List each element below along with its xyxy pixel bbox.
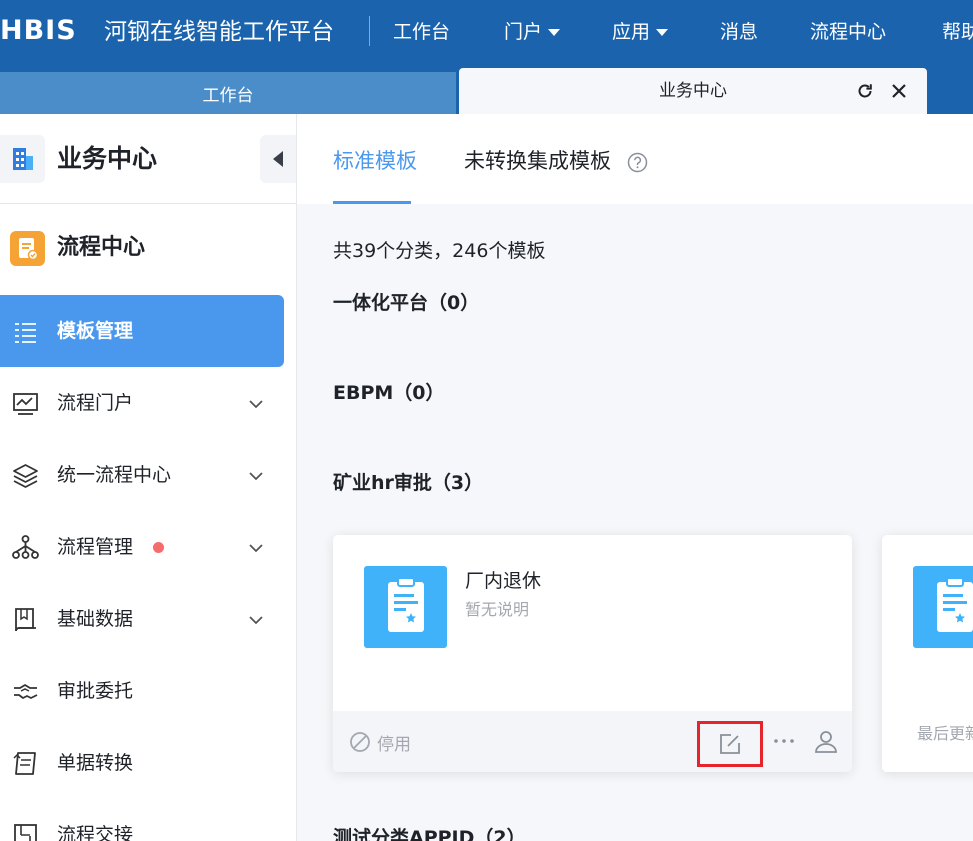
template-tabs: 标准模板 未转换集成模板 <box>297 114 973 204</box>
sidebar-item-approval-delegation[interactable]: 审批委托 <box>0 655 284 727</box>
sidebar-collapse-button[interactable] <box>260 135 296 183</box>
sidebar-item-label: 流程交接 <box>57 824 134 841</box>
handshake-icon <box>14 684 38 699</box>
sidebar-title: 业务中心 <box>57 144 158 173</box>
top-nav-label: 工作台 <box>393 21 451 43</box>
last-update-label: 最后更新 <box>917 724 973 743</box>
handover-icon <box>14 824 37 841</box>
tab-business-center[interactable]: 业务中心 <box>459 68 927 114</box>
sidebar-item-label: 审批委托 <box>57 680 134 702</box>
book-icon <box>15 608 36 632</box>
building-icon <box>0 135 45 183</box>
monitor-chart-icon <box>13 393 38 415</box>
disable-label: 停用 <box>377 734 411 755</box>
sidebar-section: 流程中心 <box>0 227 296 273</box>
sidebar-item-process-portal[interactable]: 流程门户 <box>0 367 284 439</box>
category-title: EBPM（0） <box>333 382 445 404</box>
convert-doc-icon <box>13 752 36 775</box>
edit-button[interactable] <box>697 721 763 767</box>
top-nav-portal[interactable]: 门户 <box>504 16 612 48</box>
chevron-down-icon <box>249 544 263 553</box>
sidebar-item-label: 模板管理 <box>57 320 134 342</box>
template-description: 暂无说明 <box>465 600 530 619</box>
template-card[interactable]: 厂内退休 暂无说明 停用 <box>333 535 852 772</box>
card-footer: 停用 <box>333 711 852 772</box>
tab-unconverted-templates[interactable]: 未转换集成模板 <box>464 143 611 179</box>
top-nav-help[interactable]: 帮助 <box>942 16 973 48</box>
tab-standard-templates[interactable]: 标准模板 <box>333 143 417 179</box>
disable-icon <box>350 732 370 752</box>
active-tab-indicator <box>333 201 411 204</box>
chevron-down-icon <box>249 400 263 409</box>
edit-icon <box>720 734 740 754</box>
caret-down-icon <box>656 28 669 36</box>
flow-tree-icon <box>12 535 39 559</box>
top-nav: 工作台 门户 应用 消息 流程中心 帮助 <box>393 16 973 48</box>
top-nav-label: 门户 <box>504 21 543 43</box>
list-icon <box>15 323 36 343</box>
top-nav-label: 流程中心 <box>810 21 887 43</box>
top-separator <box>369 16 370 46</box>
top-nav-apps[interactable]: 应用 <box>612 16 720 48</box>
sidebar-item-template-management[interactable]: 模板管理 <box>0 295 284 367</box>
main-content: 标准模板 未转换集成模板 共39个分类，246个模板 一体化平台（0） EBPM… <box>297 114 973 841</box>
clipboard-icon <box>364 566 447 648</box>
sidebar-item-label: 统一流程中心 <box>57 464 172 486</box>
layers-icon <box>13 464 38 488</box>
template-card[interactable]: 最后更新 <box>882 535 973 772</box>
top-nav-process-center[interactable]: 流程中心 <box>810 16 942 48</box>
top-nav-workbench[interactable]: 工作台 <box>393 16 504 48</box>
top-nav-label: 帮助 <box>942 21 973 43</box>
tab-strip: 工作台 业务中心 <box>0 66 973 114</box>
caret-down-icon <box>548 28 561 36</box>
card-footer: 最后更新 <box>882 711 973 772</box>
sidebar-item-label: 基础数据 <box>57 608 134 630</box>
template-summary: 共39个分类，246个模板 <box>333 240 546 262</box>
chevron-down-icon <box>249 616 263 625</box>
app-title: 河钢在线智能工作平台 <box>104 19 334 45</box>
top-nav-label: 应用 <box>612 21 651 43</box>
notification-dot <box>153 542 164 553</box>
more-icon[interactable] <box>771 728 797 754</box>
tab-workbench[interactable]: 工作台 <box>0 72 456 114</box>
sidebar-item-document-conversion[interactable]: 单据转换 <box>0 727 284 799</box>
help-icon[interactable] <box>627 152 648 173</box>
sidebar-section-title: 流程中心 <box>57 235 146 260</box>
top-bar: HBIS 河钢在线智能工作平台 工作台 门户 应用 消息 流程中心 帮助 <box>0 0 973 66</box>
category-title: 一体化平台（0） <box>333 292 480 314</box>
refresh-icon[interactable] <box>855 81 875 101</box>
template-name: 厂内退休 <box>465 570 542 592</box>
hbis-logo[interactable]: HBIS <box>0 14 77 48</box>
sidebar-item-unified-process-center[interactable]: 统一流程中心 <box>0 439 284 511</box>
category-title: 矿业hr审批（3） <box>333 472 484 494</box>
sidebar-item-process-management[interactable]: 流程管理 <box>0 511 284 583</box>
sidebar-item-label: 流程管理 <box>57 536 134 558</box>
category-title: 测试分类APPID（2） <box>333 827 526 841</box>
process-doc-icon <box>10 231 45 266</box>
top-nav-label: 消息 <box>720 21 759 43</box>
disable-button[interactable]: 停用 <box>349 728 411 756</box>
sidebar-item-label: 流程门户 <box>57 392 134 414</box>
close-icon[interactable] <box>889 81 909 101</box>
sidebar: 业务中心 流程中心 模板管理 流程门户 统一流程中心 流程管理 基础数据 审批委… <box>0 114 297 841</box>
sidebar-item-label: 单据转换 <box>57 752 134 774</box>
user-icon[interactable] <box>813 728 839 754</box>
chevron-down-icon <box>249 472 263 481</box>
collapse-arrow-icon <box>273 151 283 167</box>
sidebar-item-process-handover[interactable]: 流程交接 <box>0 799 284 841</box>
clipboard-icon <box>913 566 973 648</box>
sidebar-item-basic-data[interactable]: 基础数据 <box>0 583 284 655</box>
top-nav-messages[interactable]: 消息 <box>720 16 810 48</box>
sidebar-header: 业务中心 <box>0 114 296 204</box>
